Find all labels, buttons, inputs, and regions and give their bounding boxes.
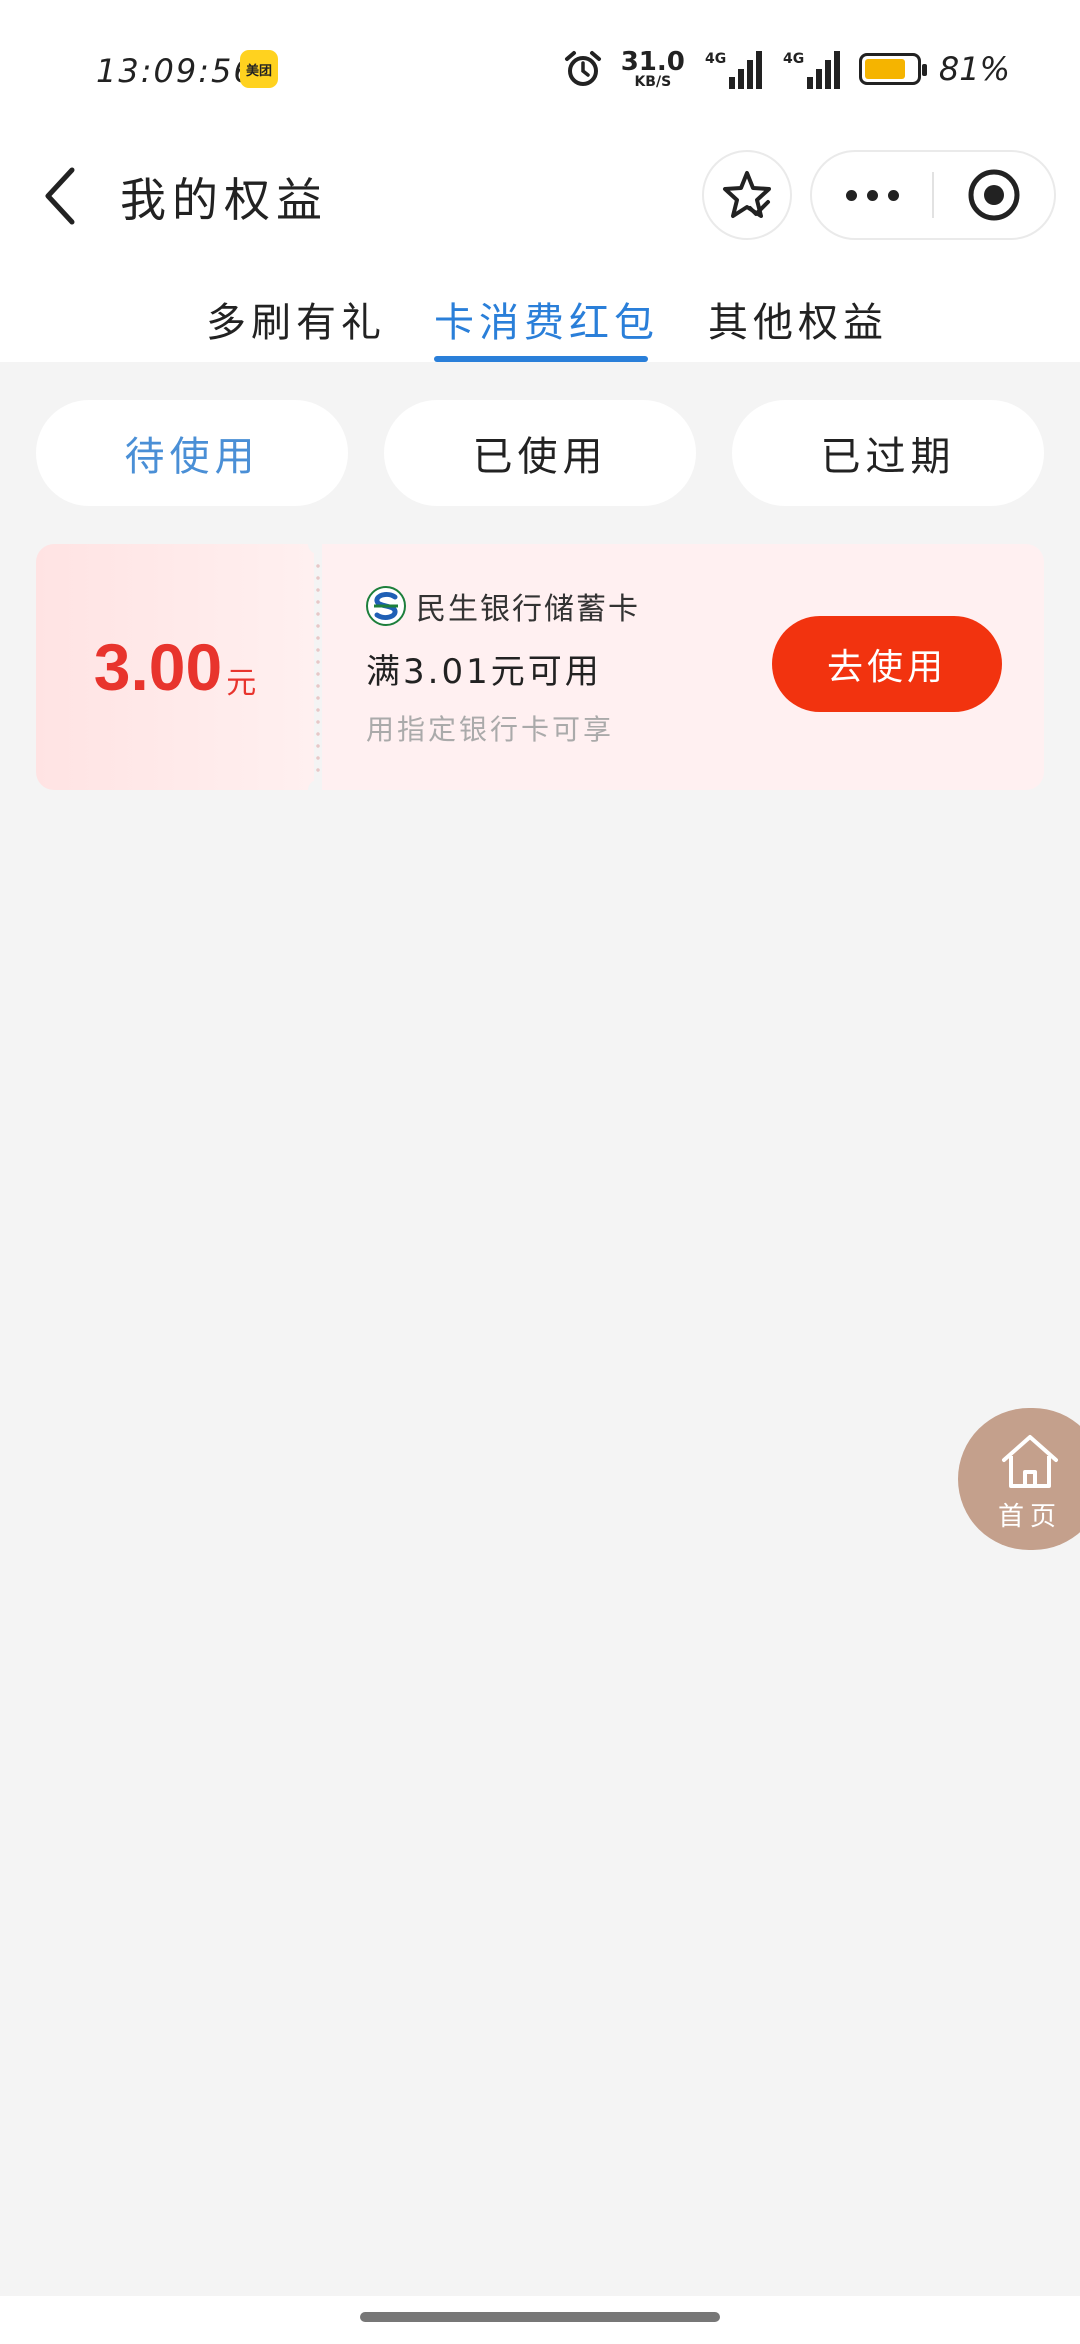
bank-name: 民生银行储蓄卡 — [416, 592, 640, 627]
cmbc-bank-logo-icon — [366, 586, 406, 626]
screen: 13:09:56 美团 31.0 KB/S 4G 4G 81% 我的权益 多刷有… — [0, 0, 1080, 2344]
coupon-detail-panel: 民生银行储蓄卡 满3.01元可用 用指定银行卡可享 去使用 — [322, 544, 1044, 790]
bank-row: 民生银行储蓄卡 — [366, 584, 640, 628]
target-circle-icon — [968, 169, 1020, 221]
coupon-amount: 3.00 — [93, 630, 223, 704]
tab-underline — [434, 356, 648, 362]
signal-4g-icon: 4G — [783, 51, 840, 89]
svg-text:4G: 4G — [705, 51, 726, 67]
bottom-bar — [0, 2296, 1080, 2344]
coupon-note: 用指定银行卡可享 — [366, 713, 615, 746]
home-label: 首页 — [998, 1502, 1063, 1532]
filter-expired[interactable]: 已过期 — [732, 400, 1044, 506]
svg-text:4G: 4G — [783, 51, 804, 67]
close-button[interactable] — [934, 152, 1054, 238]
more-dots-icon — [887, 189, 899, 201]
battery-icon — [858, 53, 927, 85]
filter-row: 待使用 已使用 已过期 — [36, 400, 1044, 506]
status-time: 13:09:56 — [96, 52, 256, 90]
net-speed-unit: KB/S — [634, 74, 672, 90]
coupon-perforation — [316, 560, 320, 774]
more-dots-icon — [845, 189, 857, 201]
battery-percent: 81% — [938, 50, 1010, 88]
tab-card-red-packet[interactable]: 卡消费红包 — [434, 290, 659, 348]
coupon-unit: 元 — [226, 666, 257, 701]
filter-used[interactable]: 已使用 — [384, 400, 696, 506]
coupon-card: 3.00 元 民生银行储蓄卡 满3.01元可用 用指定银行卡可享 去使用 — [36, 534, 1044, 800]
tab-other-benefits[interactable]: 其他权益 — [708, 290, 888, 348]
tab-multi-swipe[interactable]: 多刷有礼 — [206, 290, 386, 348]
header: 我的权益 — [0, 140, 1080, 250]
tab-bar: 多刷有礼 卡消费红包 其他权益 — [0, 280, 1080, 362]
use-coupon-button[interactable]: 去使用 — [772, 616, 1002, 712]
mini-program-capsule — [810, 150, 1056, 240]
chevron-left-icon — [45, 167, 75, 225]
coupon-amount-panel: 3.00 元 — [36, 544, 314, 790]
battery-fill — [864, 59, 906, 79]
more-button[interactable] — [812, 152, 932, 238]
filter-pending[interactable]: 待使用 — [36, 400, 348, 506]
net-speed-value: 31.0 — [620, 47, 685, 77]
net-speed: 31.0 KB/S — [621, 49, 685, 89]
signal-4g-icon: 4G — [705, 51, 762, 89]
home-float-button[interactable]: 首页 — [958, 1408, 1080, 1550]
home-icon — [1002, 1435, 1058, 1488]
star-icon — [723, 171, 771, 218]
home-indicator[interactable] — [360, 2312, 720, 2322]
page-title: 我的权益 — [120, 173, 328, 227]
favorite-button[interactable] — [702, 150, 792, 240]
status-right: 31.0 KB/S 4G 4G 81% — [563, 44, 1010, 94]
back-button[interactable] — [32, 160, 88, 232]
more-dots-icon — [866, 189, 878, 201]
meituan-app-icon: 美团 — [240, 50, 278, 88]
alarm-icon — [564, 51, 601, 86]
coupon-condition: 满3.01元可用 — [366, 652, 602, 692]
status-bar: 13:09:56 美团 31.0 KB/S 4G 4G 81% — [0, 0, 1080, 140]
